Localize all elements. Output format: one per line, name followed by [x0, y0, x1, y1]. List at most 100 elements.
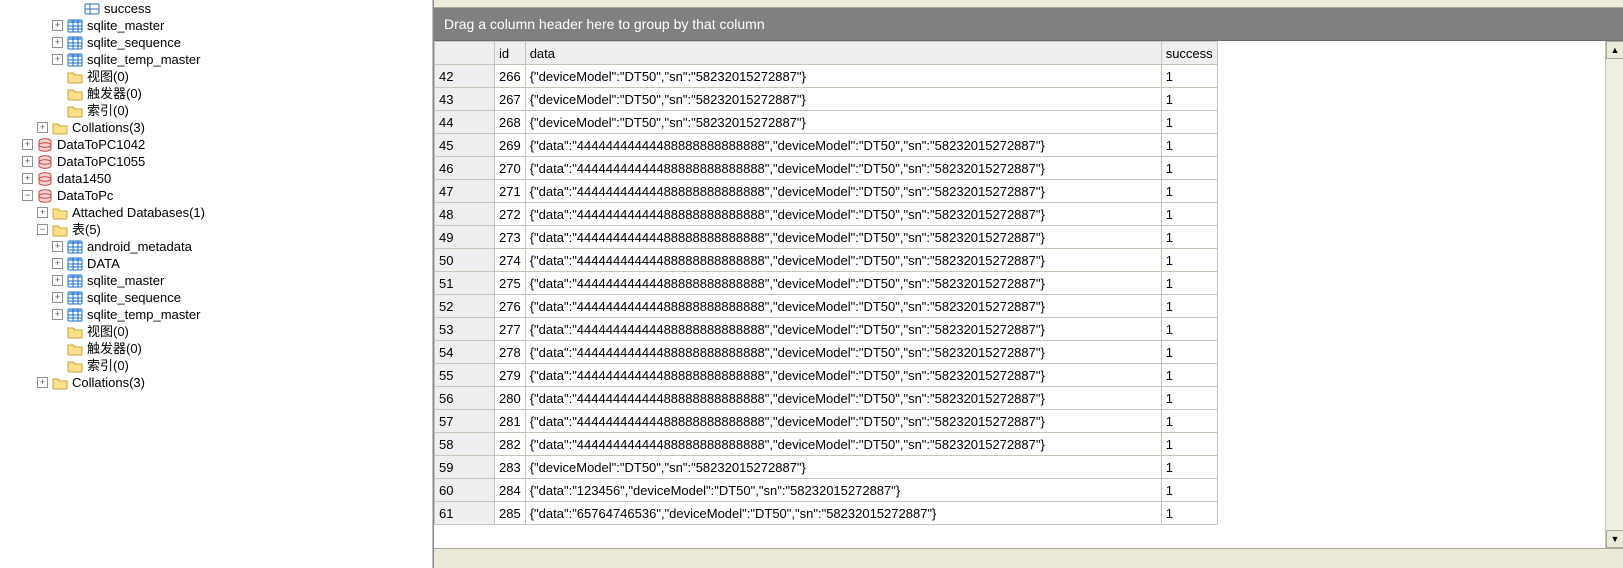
row-number-cell[interactable]: 45 — [435, 134, 495, 157]
table-row[interactable]: 49273{"data":"44444444444488888888888888… — [435, 226, 1218, 249]
cell-id[interactable]: 282 — [495, 433, 526, 456]
expand-toggle[interactable]: + — [52, 309, 63, 320]
cell-id[interactable]: 277 — [495, 318, 526, 341]
table-row[interactable]: 55279{"data":"44444444444488888888888888… — [435, 364, 1218, 387]
expand-toggle[interactable]: + — [37, 122, 48, 133]
cell-id[interactable]: 285 — [495, 502, 526, 525]
table-row[interactable]: 61285{"data":"65764746536","deviceModel"… — [435, 502, 1218, 525]
cell-success[interactable]: 1 — [1161, 111, 1217, 134]
cell-id[interactable]: 281 — [495, 410, 526, 433]
tree-folder-views-2[interactable]: 视图(0) — [2, 323, 432, 340]
cell-success[interactable]: 1 — [1161, 318, 1217, 341]
cell-id[interactable]: 276 — [495, 295, 526, 318]
cell-success[interactable]: 1 — [1161, 134, 1217, 157]
cell-id[interactable]: 270 — [495, 157, 526, 180]
cell-success[interactable]: 1 — [1161, 65, 1217, 88]
table-row[interactable]: 59283{"deviceModel":"DT50","sn":"5823201… — [435, 456, 1218, 479]
column-header-data[interactable]: data — [525, 42, 1161, 65]
tree-db-datatopc1042[interactable]: + DataToPC1042 — [2, 136, 432, 153]
cell-data[interactable]: {"data":"44444444444488888888888888","de… — [525, 180, 1161, 203]
row-number-cell[interactable]: 61 — [435, 502, 495, 525]
group-by-hint[interactable]: Drag a column header here to group by th… — [434, 8, 1623, 41]
row-number-cell[interactable]: 52 — [435, 295, 495, 318]
cell-data[interactable]: {"data":"44444444444488888888888888","de… — [525, 387, 1161, 410]
column-header-id[interactable]: id — [495, 42, 526, 65]
column-header-success[interactable]: success — [1161, 42, 1217, 65]
cell-success[interactable]: 1 — [1161, 295, 1217, 318]
cell-success[interactable]: 1 — [1161, 88, 1217, 111]
cell-id[interactable]: 273 — [495, 226, 526, 249]
expand-toggle[interactable]: + — [52, 54, 63, 65]
expand-toggle[interactable]: + — [52, 37, 63, 48]
tree-table-sqlite-sequence-2[interactable]: + sqlite_sequence — [2, 289, 432, 306]
tree-folder-indexes[interactable]: 索引(0) — [2, 102, 432, 119]
cell-id[interactable]: 278 — [495, 341, 526, 364]
cell-success[interactable]: 1 — [1161, 157, 1217, 180]
column-header-rownum[interactable] — [435, 42, 495, 65]
cell-data[interactable]: {"data":"44444444444488888888888888","de… — [525, 295, 1161, 318]
cell-data[interactable]: {"deviceModel":"DT50","sn":"582320152728… — [525, 456, 1161, 479]
cell-id[interactable]: 266 — [495, 65, 526, 88]
tree-field-success[interactable]: success — [2, 0, 432, 17]
cell-success[interactable]: 1 — [1161, 226, 1217, 249]
cell-id[interactable]: 274 — [495, 249, 526, 272]
collapse-toggle[interactable]: − — [37, 224, 48, 235]
cell-id[interactable]: 267 — [495, 88, 526, 111]
tree-folder-tables[interactable]: − 表(5) — [2, 221, 432, 238]
cell-data[interactable]: {"data":"44444444444488888888888888","de… — [525, 318, 1161, 341]
cell-data[interactable]: {"deviceModel":"DT50","sn":"582320152728… — [525, 65, 1161, 88]
row-number-cell[interactable]: 49 — [435, 226, 495, 249]
cell-success[interactable]: 1 — [1161, 410, 1217, 433]
collapse-toggle[interactable]: − — [22, 190, 33, 201]
expand-toggle[interactable]: + — [52, 292, 63, 303]
cell-id[interactable]: 269 — [495, 134, 526, 157]
cell-id[interactable]: 272 — [495, 203, 526, 226]
cell-id[interactable]: 268 — [495, 111, 526, 134]
tree-folder-indexes-2[interactable]: 索引(0) — [2, 357, 432, 374]
expand-toggle[interactable]: + — [22, 173, 33, 184]
expand-toggle[interactable]: + — [52, 241, 63, 252]
cell-data[interactable]: {"data":"44444444444488888888888888","de… — [525, 364, 1161, 387]
row-number-cell[interactable]: 55 — [435, 364, 495, 387]
expand-toggle[interactable]: + — [52, 258, 63, 269]
cell-success[interactable]: 1 — [1161, 479, 1217, 502]
row-number-cell[interactable]: 56 — [435, 387, 495, 410]
table-row[interactable]: 50274{"data":"44444444444488888888888888… — [435, 249, 1218, 272]
tree-db-data1450[interactable]: + data1450 — [2, 170, 432, 187]
row-number-cell[interactable]: 47 — [435, 180, 495, 203]
cell-success[interactable]: 1 — [1161, 364, 1217, 387]
tree-db-datatopc1055[interactable]: + DataToPC1055 — [2, 153, 432, 170]
cell-success[interactable]: 1 — [1161, 249, 1217, 272]
row-number-cell[interactable]: 46 — [435, 157, 495, 180]
cell-id[interactable]: 275 — [495, 272, 526, 295]
cell-id[interactable]: 280 — [495, 387, 526, 410]
row-number-cell[interactable]: 54 — [435, 341, 495, 364]
row-number-cell[interactable]: 57 — [435, 410, 495, 433]
cell-success[interactable]: 1 — [1161, 387, 1217, 410]
data-grid[interactable]: id data success 42266{"deviceModel":"DT5… — [434, 41, 1218, 525]
tree-table-android-metadata[interactable]: + android_metadata — [2, 238, 432, 255]
cell-id[interactable]: 271 — [495, 180, 526, 203]
cell-data[interactable]: {"data":"44444444444488888888888888","de… — [525, 226, 1161, 249]
row-number-cell[interactable]: 50 — [435, 249, 495, 272]
cell-data[interactable]: {"deviceModel":"DT50","sn":"582320152728… — [525, 111, 1161, 134]
tree-folder-triggers-2[interactable]: 触发器(0) — [2, 340, 432, 357]
cell-id[interactable]: 279 — [495, 364, 526, 387]
row-number-cell[interactable]: 53 — [435, 318, 495, 341]
expand-toggle[interactable]: + — [37, 377, 48, 388]
table-row[interactable]: 46270{"data":"44444444444488888888888888… — [435, 157, 1218, 180]
tree-table-sqlite-sequence[interactable]: + sqlite_sequence — [2, 34, 432, 51]
table-row[interactable]: 58282{"data":"44444444444488888888888888… — [435, 433, 1218, 456]
cell-success[interactable]: 1 — [1161, 341, 1217, 364]
cell-id[interactable]: 283 — [495, 456, 526, 479]
vertical-scrollbar[interactable]: ▲ ▼ — [1605, 41, 1623, 548]
tree-folder-attached-databases[interactable]: + Attached Databases(1) — [2, 204, 432, 221]
cell-success[interactable]: 1 — [1161, 502, 1217, 525]
table-row[interactable]: 47271{"data":"44444444444488888888888888… — [435, 180, 1218, 203]
cell-success[interactable]: 1 — [1161, 433, 1217, 456]
cell-success[interactable]: 1 — [1161, 180, 1217, 203]
cell-id[interactable]: 284 — [495, 479, 526, 502]
table-row[interactable]: 43267{"deviceModel":"DT50","sn":"5823201… — [435, 88, 1218, 111]
cell-data[interactable]: {"data":"44444444444488888888888888","de… — [525, 272, 1161, 295]
row-number-cell[interactable]: 44 — [435, 111, 495, 134]
